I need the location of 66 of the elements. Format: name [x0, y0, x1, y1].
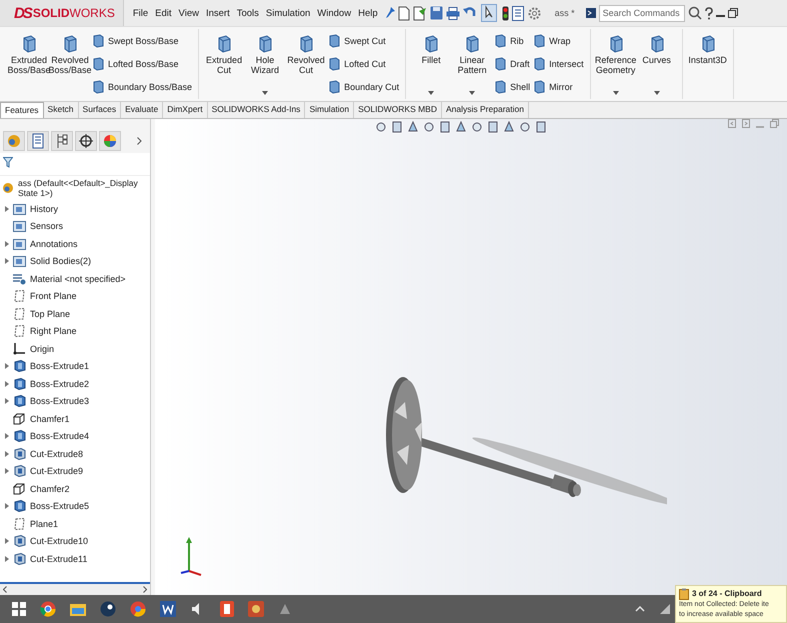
- notification-title: 3 of 24 - Clipboard: [692, 589, 762, 599]
- ribbon-button[interactable]: Extruded Cut: [205, 29, 244, 99]
- ribbon-button[interactable]: Revolved Cut: [287, 29, 326, 99]
- menu-item[interactable]: Window: [317, 8, 352, 18]
- ribbon-button[interactable]: Instant3D: [688, 29, 727, 99]
- ribbon-tab[interactable]: DimXpert: [163, 102, 208, 118]
- ribbon-button[interactable]: Intersect: [533, 56, 584, 71]
- tree-item[interactable]: Chamfer1: [30, 414, 70, 424]
- tree-item[interactable]: Chamfer2: [30, 484, 70, 494]
- tree-item[interactable]: Cut-Extrude10: [30, 536, 88, 546]
- ribbon-button[interactable]: Curves: [638, 29, 676, 99]
- tree-item[interactable]: Annotations: [30, 238, 78, 249]
- ribbon-tab[interactable]: Simulation: [305, 102, 354, 118]
- tree-item[interactable]: Boss-Extrude3: [30, 396, 90, 406]
- tree-item[interactable]: Front Plane: [30, 291, 77, 302]
- tree-item[interactable]: Plane1: [30, 518, 58, 529]
- tree-item[interactable]: Boss-Extrude1: [30, 361, 90, 372]
- tree-root-label[interactable]: ass (Default<<Default>_Display State 1>): [18, 178, 150, 198]
- tree-item[interactable]: Material <not specified>: [30, 274, 126, 284]
- ribbon-button[interactable]: Boundary Cut: [328, 80, 400, 94]
- ribbon-button[interactable]: Extruded Boss/Base: [10, 29, 48, 99]
- tree-item[interactable]: Boss-Extrude2: [30, 378, 90, 389]
- ribbon-button[interactable]: Mirror: [533, 80, 584, 94]
- tree-item[interactable]: History: [30, 204, 58, 214]
- ribbon-button[interactable]: Hole Wizard: [246, 29, 284, 99]
- tree-item[interactable]: Origin: [30, 344, 54, 354]
- ribbon-tab[interactable]: SOLIDWORKS MBD: [354, 102, 442, 118]
- tree-item[interactable]: Cut-Extrude8: [30, 448, 84, 459]
- ribbon-button[interactable]: Swept Cut: [328, 34, 400, 48]
- ribbon-button[interactable]: Revolved Boss/Base: [51, 29, 89, 99]
- menu-item[interactable]: Insert: [206, 8, 230, 18]
- ribbon-button[interactable]: Linear Pattern: [453, 29, 492, 99]
- menu-item[interactable]: Simulation: [266, 8, 310, 18]
- menu-item[interactable]: File: [132, 8, 148, 18]
- ribbon-button[interactable]: Boundary Boss/Base: [92, 80, 192, 94]
- ribbon-tab[interactable]: Features: [0, 102, 44, 118]
- ribbon-button[interactable]: Fillet: [412, 29, 450, 99]
- ribbon-tab[interactable]: Evaluate: [121, 102, 164, 118]
- ribbon-button[interactable]: Draft: [494, 56, 530, 71]
- menu-item[interactable]: Tools: [236, 8, 259, 18]
- search-field[interactable]: Search Commands: [598, 4, 685, 22]
- document-title: ass *: [554, 8, 575, 18]
- logo-mark: DS: [14, 4, 31, 22]
- ribbon-tab[interactable]: Sketch: [44, 102, 79, 118]
- ribbon-button[interactable]: Reference Geometry: [596, 29, 635, 99]
- tree-item[interactable]: Top Plane: [30, 308, 70, 319]
- ribbon-button[interactable]: Wrap: [533, 34, 584, 48]
- menu-item[interactable]: Help: [358, 8, 378, 18]
- tree-item[interactable]: Solid Bodies(2): [30, 256, 92, 266]
- tree-item[interactable]: Sensors: [30, 221, 64, 232]
- menu-item[interactable]: Edit: [155, 8, 172, 18]
- ribbon-button[interactable]: Rib: [494, 34, 530, 48]
- ribbon-button[interactable]: Swept Boss/Base: [92, 34, 192, 48]
- logo-text: SOLIDWORKS: [32, 6, 115, 20]
- ribbon-tab[interactable]: Surfaces: [78, 102, 122, 118]
- tree-item[interactable]: Cut-Extrude11: [30, 554, 88, 564]
- ribbon-button[interactable]: Shell: [494, 80, 530, 94]
- ribbon-button[interactable]: Lofted Cut: [328, 56, 400, 71]
- tree-item[interactable]: Boss-Extrude5: [30, 501, 90, 512]
- menu-item[interactable]: View: [178, 8, 199, 18]
- tree-item[interactable]: Cut-Extrude9: [30, 466, 84, 476]
- tree-item[interactable]: Boss-Extrude4: [30, 431, 90, 442]
- ribbon-tab[interactable]: SOLIDWORKS Add-Ins: [208, 102, 306, 118]
- ribbon-button[interactable]: Lofted Boss/Base: [92, 56, 192, 71]
- ribbon-tab[interactable]: Analysis Preparation: [442, 102, 529, 118]
- tree-item[interactable]: Right Plane: [30, 326, 77, 336]
